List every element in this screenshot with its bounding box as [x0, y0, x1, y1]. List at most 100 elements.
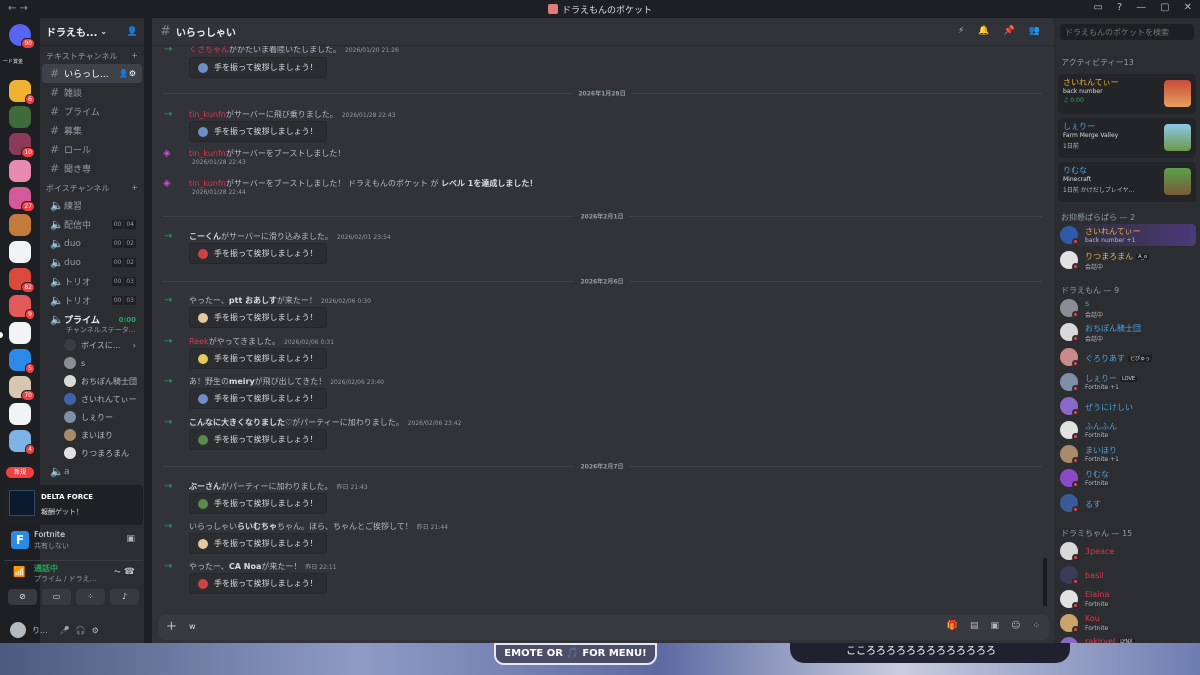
- voice-user[interactable]: おちぽん騎士団: [40, 372, 144, 390]
- channel-boshu[interactable]: # 募集: [42, 121, 142, 140]
- game-panel[interactable]: F Fortnite 共有しない ▣: [4, 526, 143, 556]
- server-icon[interactable]: [9, 106, 31, 128]
- maximize-button[interactable]: ▢: [1160, 2, 1169, 13]
- channel-settings-icon[interactable]: 👤⚙: [119, 69, 136, 78]
- sticker-icon[interactable]: ▣: [991, 621, 1000, 631]
- server-icon[interactable]: [9, 241, 31, 263]
- plus-icon[interactable]: +: [166, 619, 177, 634]
- wave-button[interactable]: 手を振って挨拶しましょう！: [189, 243, 327, 264]
- activities-button[interactable]: ⁘: [76, 589, 105, 605]
- activity-card[interactable]: さいれんてぃー back number ♫ 0:00: [1058, 74, 1196, 114]
- server-icon[interactable]: 70: [9, 376, 35, 401]
- server-icon[interactable]: [9, 403, 31, 425]
- scrollbar[interactable]: [1043, 558, 1047, 606]
- member-row[interactable]: るす: [1060, 492, 1196, 514]
- message-composer[interactable]: + w 🎁 ▤ ▣ ☺ ⁘: [159, 615, 1049, 640]
- server-icon[interactable]: [9, 322, 31, 344]
- search-input[interactable]: [1060, 24, 1194, 40]
- member-row[interactable]: さいれんてぃー back number +1: [1060, 224, 1196, 246]
- member-row[interactable]: りつまろまん A_o 会話中: [1060, 249, 1196, 271]
- member-row[interactable]: s 会話中: [1060, 297, 1196, 319]
- wave-button[interactable]: 手を振って挨拶しましょう！: [189, 307, 327, 328]
- member-row[interactable]: りむな Fortnite: [1060, 467, 1196, 489]
- invite-icon[interactable]: 👤: [127, 27, 138, 37]
- member-row[interactable]: 3peace: [1060, 540, 1196, 562]
- wave-button[interactable]: 手を振って挨拶しましょう！: [189, 429, 327, 450]
- server-icon[interactable]: 5: [9, 349, 35, 374]
- channel-role[interactable]: # ロール: [42, 140, 142, 159]
- channel-irasshai[interactable]: # いらっし... 👤⚙: [42, 64, 142, 83]
- help-icon[interactable]: ?: [1117, 2, 1122, 13]
- member-row[interactable]: まいほり Fortnite +1: [1060, 443, 1196, 465]
- gift-icon[interactable]: 🎁: [947, 621, 958, 631]
- voice-channel[interactable]: 🔈 トリオ 00 03: [42, 291, 142, 310]
- wave-button[interactable]: 手を振って挨拶しましょう！: [189, 388, 327, 409]
- screen-share-icon[interactable]: ▣: [126, 534, 135, 544]
- wave-button[interactable]: 手を振って挨拶しましょう！: [189, 533, 327, 554]
- home-button[interactable]: 90: [9, 24, 35, 49]
- headphones-icon[interactable]: 🎧: [76, 626, 86, 635]
- voice-user[interactable]: まいほり: [40, 426, 144, 444]
- emoji-icon[interactable]: ☺: [1011, 621, 1020, 631]
- voice-channel[interactable]: 🔈 a: [42, 462, 142, 481]
- activity-card[interactable]: DELTA FORCE 報酬ゲット！: [4, 485, 143, 525]
- apps-icon[interactable]: ⁘: [1032, 621, 1040, 631]
- server-icon[interactable]: 27: [9, 187, 35, 212]
- server-icon[interactable]: 4: [9, 430, 35, 455]
- voice-user[interactable]: しぇりー: [40, 408, 144, 426]
- mic-icon[interactable]: 🎤: [60, 626, 70, 635]
- voice-user[interactable]: s: [40, 354, 144, 372]
- add-channel-icon[interactable]: +: [131, 51, 138, 62]
- server-icon[interactable]: 6: [9, 80, 35, 105]
- wave-button[interactable]: 手を振って挨拶しましょう！: [189, 121, 327, 142]
- member-row[interactable]: しぇりー LOVE Fortnite +1: [1060, 371, 1196, 393]
- activity-card[interactable]: りむな Minecraft 1日前 かけだしプレイヤ...: [1058, 162, 1196, 202]
- category-voice[interactable]: ボイスチャンネル +: [40, 178, 144, 196]
- wave-button[interactable]: 手を振って挨拶しましょう！: [189, 57, 327, 78]
- wave-button[interactable]: 手を振って挨拶しましょう！: [189, 348, 327, 369]
- member-row[interactable]: おちぽん騎士団 会話中: [1060, 321, 1196, 343]
- voice-user[interactable]: りつまろまん: [40, 444, 144, 462]
- voice-user[interactable]: さいれんてぃー: [40, 390, 144, 408]
- activity-card[interactable]: しぇりー Farm Merge Valley 1日前: [1058, 118, 1196, 158]
- inbox-icon[interactable]: ▭: [1093, 2, 1102, 13]
- guild-header[interactable]: ドラえも... ⌄ 👤: [40, 18, 144, 46]
- bell-icon[interactable]: 🔔: [978, 26, 989, 36]
- message-input[interactable]: w: [189, 622, 196, 631]
- threads-icon[interactable]: ⚡: [958, 26, 964, 36]
- member-row[interactable]: basil: [1060, 564, 1196, 586]
- channel-kikisen[interactable]: # 聞き専: [42, 159, 142, 178]
- server-icon[interactable]: [9, 160, 31, 182]
- voice-channel[interactable]: 🔈 配信中 00 04: [42, 215, 142, 234]
- avatar[interactable]: [10, 622, 26, 638]
- gif-icon[interactable]: ▤: [970, 621, 979, 631]
- member-row[interactable]: ぜうにけしい: [1060, 395, 1196, 417]
- category-text[interactable]: テキストチャンネル +: [40, 46, 144, 64]
- member-row[interactable]: Kou Fortnite: [1060, 612, 1196, 634]
- signal-icon[interactable]: 📶: [13, 567, 25, 578]
- add-channel-icon[interactable]: +: [131, 183, 138, 194]
- server-folder-label[interactable]: 一ド賞金: [3, 58, 23, 65]
- voice-channel[interactable]: 🔈 duo 00 02: [42, 234, 142, 253]
- wave-button[interactable]: 手を振って挨拶しましょう！: [189, 573, 327, 594]
- channel-prime[interactable]: # プライム: [42, 102, 142, 121]
- channel-status[interactable]: チャンネルステータ...: [40, 325, 144, 336]
- new-badge[interactable]: 新規: [6, 467, 34, 478]
- server-icon[interactable]: [9, 214, 31, 236]
- pin-icon[interactable]: 📌: [1004, 26, 1015, 36]
- server-icon[interactable]: 9: [9, 295, 35, 320]
- voice-channel[interactable]: 🔈 duo 00 02: [42, 253, 142, 272]
- screen-share-button[interactable]: ▭: [42, 589, 71, 605]
- voice-channel[interactable]: 🔈 トリオ 00 03: [42, 272, 142, 291]
- server-icon[interactable]: 10: [9, 133, 35, 158]
- voice-channel[interactable]: 🔈 練習: [42, 196, 142, 215]
- username[interactable]: り...: [32, 625, 48, 636]
- channel-zatsudan[interactable]: # 雑談: [42, 83, 142, 102]
- wave-button[interactable]: 手を振って挨拶しましょう！: [189, 493, 327, 514]
- close-button[interactable]: ✕: [1184, 2, 1192, 13]
- soundboard-button[interactable]: ♪: [110, 589, 139, 605]
- gear-icon[interactable]: ⚙: [92, 626, 99, 635]
- member-row[interactable]: ふんふん Fortnite: [1060, 419, 1196, 441]
- minimize-button[interactable]: —: [1136, 2, 1146, 13]
- server-icon[interactable]: 82: [9, 268, 35, 293]
